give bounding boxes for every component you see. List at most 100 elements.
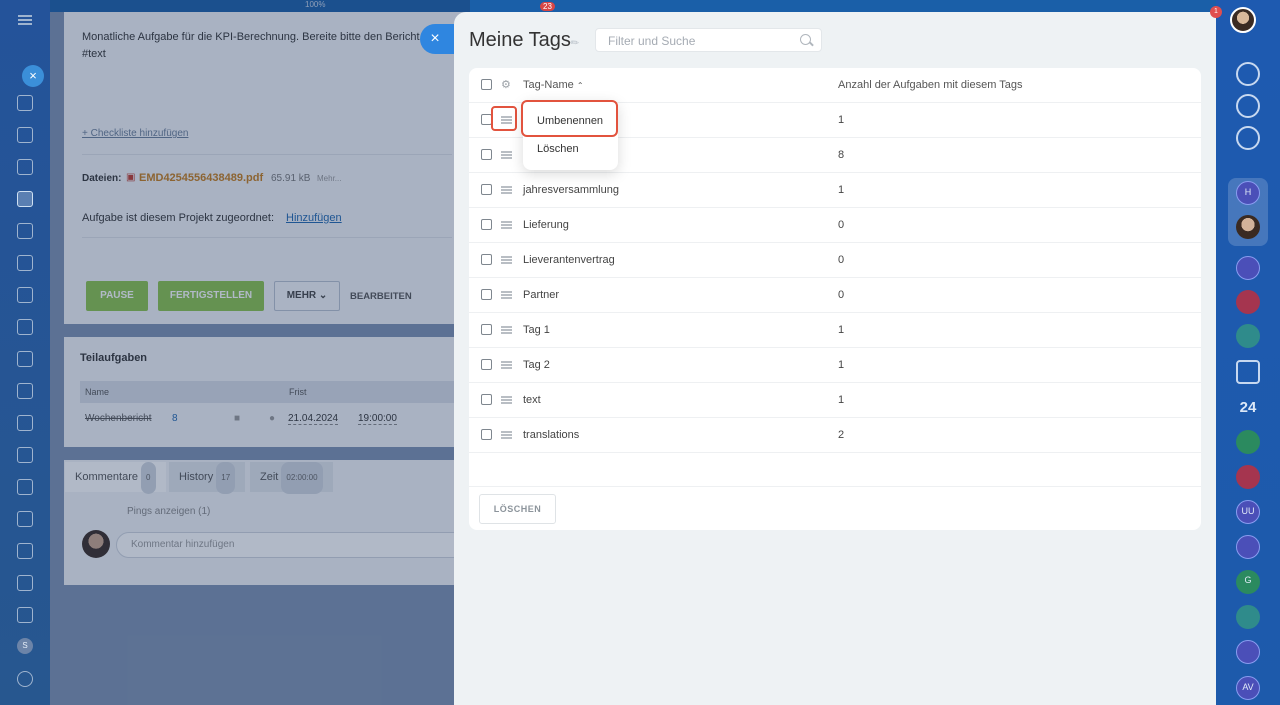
subtask-time[interactable]: 19:00:00	[358, 413, 397, 425]
tab-history[interactable]: History 17	[169, 462, 246, 494]
tab-time[interactable]: Zeit 02:00:00	[250, 462, 333, 494]
lock-icon[interactable]	[1236, 465, 1260, 489]
contacts-icon[interactable]	[17, 447, 33, 463]
menu-icon[interactable]	[501, 291, 512, 293]
table-row[interactable]: Tag 2 1	[469, 348, 1201, 383]
tasks-icon[interactable]	[17, 191, 33, 207]
row-checkbox[interactable]	[481, 394, 492, 405]
tag-count: 1	[838, 114, 845, 126]
chat-icon[interactable]	[1236, 126, 1260, 150]
task-description: Monatliche Aufgabe für die KPI-Berechnun…	[82, 31, 420, 43]
settings-icon[interactable]	[17, 671, 33, 687]
shop-icon[interactable]	[17, 383, 33, 399]
avatar-initials[interactable]: G	[1236, 570, 1260, 594]
close-icon[interactable]: ×	[22, 65, 44, 87]
feed-icon[interactable]	[17, 95, 33, 111]
avatar-initials[interactable]: UU	[1236, 500, 1260, 524]
file-more[interactable]: Mehr...	[317, 174, 341, 183]
calendar-icon[interactable]	[17, 511, 33, 527]
task-hashtag: #text	[82, 48, 106, 60]
avatar[interactable]	[1236, 215, 1260, 239]
search-input[interactable]: Filter und Suche	[595, 28, 822, 52]
checklist-link[interactable]: + Checkliste hinzufügen	[82, 128, 188, 139]
user-badge[interactable]: S	[17, 638, 33, 654]
filter-icon[interactable]	[17, 415, 33, 431]
chat-icon[interactable]	[1236, 256, 1260, 280]
menu-icon[interactable]	[501, 221, 512, 223]
sort-icon: ⌃	[576, 81, 584, 90]
groups-icon[interactable]	[17, 223, 33, 239]
close-slider-button[interactable]: ×	[420, 24, 454, 54]
pings-link[interactable]: Pings anzeigen (1)	[127, 506, 210, 517]
target-icon[interactable]	[17, 575, 33, 591]
lock-icon[interactable]	[1236, 605, 1260, 629]
file-name[interactable]: EMD4254556438489.pdf	[139, 172, 263, 184]
menu-icon[interactable]	[501, 256, 512, 258]
edit-button[interactable]: BEARBEITEN	[350, 291, 412, 302]
crm-icon[interactable]	[17, 287, 33, 303]
avatar-initials[interactable]: H	[1236, 181, 1260, 205]
table-row[interactable]: Tag 1 1	[469, 313, 1201, 348]
subtask-date[interactable]: 21.04.2024	[288, 413, 339, 425]
delete-button[interactable]: LÖSCHEN	[479, 494, 556, 524]
row-checkbox[interactable]	[481, 184, 492, 195]
chat-icon[interactable]	[1236, 640, 1260, 664]
rename-highlight	[521, 100, 618, 137]
row-checkbox[interactable]	[481, 254, 492, 265]
row-checkbox[interactable]	[481, 359, 492, 370]
chat-icon[interactable]	[17, 159, 33, 175]
project-link[interactable]: Hinzufügen	[286, 212, 342, 224]
row-checkbox[interactable]	[481, 429, 492, 440]
tag-name: Partner	[523, 289, 560, 301]
tab-comments[interactable]: Kommentare 0	[65, 462, 166, 494]
tab-time-label: Zeit	[260, 471, 279, 483]
bell-icon[interactable]	[1236, 62, 1260, 86]
lock-icon[interactable]	[1236, 430, 1260, 454]
table-row[interactable]: Lieverantenvertrag 0	[469, 243, 1201, 278]
analytics-icon[interactable]	[17, 351, 33, 367]
drive-icon[interactable]	[17, 255, 33, 271]
table-row[interactable]: Lieferung 0	[469, 208, 1201, 243]
chat-icon[interactable]	[1236, 535, 1260, 559]
sites-icon[interactable]	[17, 319, 33, 335]
signature-icon[interactable]	[17, 607, 33, 623]
timeman-icon[interactable]	[17, 479, 33, 495]
target-icon[interactable]	[1236, 94, 1260, 118]
documents-icon[interactable]	[17, 127, 33, 143]
row-checkbox[interactable]	[481, 324, 492, 335]
tasks-icon[interactable]	[1236, 360, 1260, 384]
search-icon[interactable]	[800, 34, 811, 45]
menu-icon[interactable]	[501, 431, 512, 433]
table-row[interactable]: translations 2	[469, 418, 1201, 453]
lock-icon[interactable]	[1236, 290, 1260, 314]
subtask-name[interactable]: Wochenbericht	[85, 413, 152, 424]
row-checkbox[interactable]	[481, 219, 492, 230]
calendar-day[interactable]: 24	[1236, 396, 1260, 420]
col-tag-name-label: Tag-Name	[523, 79, 574, 91]
menu-icon[interactable]	[501, 186, 512, 188]
lock-icon[interactable]	[1236, 324, 1260, 348]
user-avatar[interactable]	[1230, 7, 1256, 33]
menu-icon[interactable]	[501, 396, 512, 398]
gear-icon[interactable]: ⚙	[501, 79, 511, 91]
row-checkbox[interactable]	[481, 289, 492, 300]
menu-icon[interactable]	[501, 151, 512, 153]
table-row[interactable]: text 1	[469, 383, 1201, 418]
col-tag-name[interactable]: Tag-Name ⌃	[523, 79, 584, 91]
avatar-initials[interactable]: AV	[1236, 676, 1260, 700]
robot-icon[interactable]	[17, 543, 33, 559]
tag-name: Lieverantenvertrag	[523, 254, 615, 266]
menu-item-delete[interactable]: Löschen	[537, 143, 579, 155]
table-row[interactable]: Partner 0	[469, 278, 1201, 313]
row-checkbox[interactable]	[481, 149, 492, 160]
tag-count: 0	[838, 254, 845, 266]
menu-icon[interactable]	[501, 326, 512, 328]
menu-icon[interactable]	[501, 361, 512, 363]
finish-button[interactable]: FERTIGSTELLEN	[158, 281, 264, 311]
table-row[interactable]: jahresversammlung 1	[469, 173, 1201, 208]
select-all-checkbox[interactable]	[481, 79, 492, 90]
pause-button[interactable]: PAUSE	[86, 281, 148, 311]
comment-input[interactable]: Kommentar hinzufügen	[116, 532, 466, 558]
menu-icon[interactable]	[18, 15, 32, 17]
more-button[interactable]: MEHR ⌄	[274, 281, 340, 311]
